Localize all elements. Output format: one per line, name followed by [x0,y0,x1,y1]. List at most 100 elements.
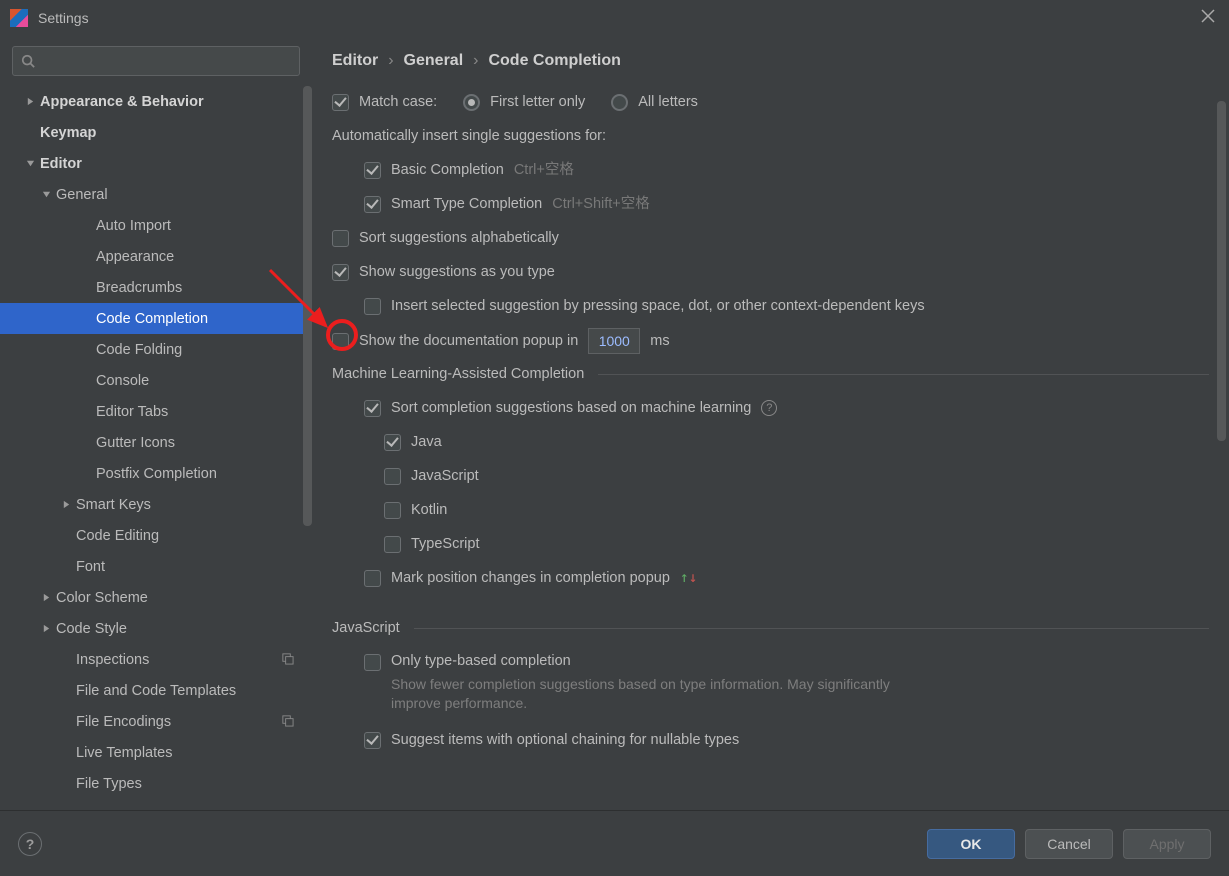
tree-item-label: Postfix Completion [96,466,217,482]
tree-item-code-style[interactable]: Code Style [0,613,312,644]
ml-kotlin-checkbox[interactable] [384,502,401,519]
first-letter-label: First letter only [490,92,585,112]
show-as-type-checkbox[interactable] [332,264,349,281]
chevron-down-icon [38,190,54,199]
tree-item-console[interactable]: Console [0,365,312,396]
tree-item-label: Smart Keys [76,497,151,513]
tree-item-label: Live Templates [76,745,172,761]
chevron-right-icon: › [388,52,393,70]
tree-item-appearance[interactable]: Appearance [0,241,312,272]
basic-completion-label: Basic Completion [391,160,504,180]
ok-button[interactable]: OK [927,829,1015,859]
all-letters-radio[interactable] [611,94,628,111]
window-title: Settings [38,10,89,26]
only-type-hint: Show fewer completion suggestions based … [391,675,911,714]
doc-popup-delay-input[interactable] [588,328,640,354]
tree-item-label: Appearance [96,249,174,265]
tree-item-gutter-icons[interactable]: Gutter Icons [0,427,312,458]
tree-item-font[interactable]: Font [0,551,312,582]
breadcrumb-code-completion: Code Completion [488,52,620,70]
tree-item-keymap[interactable]: Keymap [0,117,312,148]
all-letters-label: All letters [638,92,698,112]
tree-item-label: File and Code Templates [76,683,236,699]
sidebar-scrollbar[interactable] [303,86,312,526]
first-letter-radio[interactable] [463,94,480,111]
tree-item-label: Code Completion [96,311,208,327]
separator [414,628,1209,629]
cancel-button[interactable]: Cancel [1025,829,1113,859]
breadcrumb-general[interactable]: General [404,52,464,70]
tree-item-appearance-behavior[interactable]: Appearance & Behavior [0,86,312,117]
tree-item-postfix-completion[interactable]: Postfix Completion [0,458,312,489]
tree-item-label: Code Style [56,621,127,637]
separator [598,374,1209,375]
mark-position-label: Mark position changes in completion popu… [391,568,670,588]
help-button[interactable]: ? [18,832,42,856]
ml-kotlin-label: Kotlin [411,500,447,520]
tree-item-editor-tabs[interactable]: Editor Tabs [0,396,312,427]
settings-tree[interactable]: Appearance & Behavior Keymap Editor General… [0,84,312,810]
ml-ts-checkbox[interactable] [384,536,401,553]
only-type-checkbox[interactable] [364,654,381,671]
tree-item-label: Font [76,559,105,575]
tree-item-label: File Types [76,776,142,792]
doc-popup-prefix: Show the documentation popup in [359,331,578,351]
only-type-label: Only type-based completion [391,651,911,671]
tree-item-color-scheme[interactable]: Color Scheme [0,582,312,613]
doc-popup-checkbox[interactable] [332,333,349,350]
tree-item-editor[interactable]: Editor [0,148,312,179]
tree-item-smart-keys[interactable]: Smart Keys [0,489,312,520]
tree-item-label: Code Folding [96,342,182,358]
tree-item-label: Inspections [76,652,149,668]
tree-item-code-folding[interactable]: Code Folding [0,334,312,365]
tree-item-live-templates[interactable]: Live Templates [0,737,312,768]
tree-item-label: Color Scheme [56,590,148,606]
settings-sidebar: Appearance & Behavior Keymap Editor General… [0,36,312,810]
tree-item-label: General [56,187,108,203]
tree-item-general[interactable]: General [0,179,312,210]
smart-completion-checkbox[interactable] [364,196,381,213]
copy-icon [281,652,294,668]
app-icon [10,9,28,27]
tree-item-file-and-code-templates[interactable]: File and Code Templates [0,675,312,706]
dialog-footer: ? OK Cancel Apply [0,810,1229,876]
ml-js-label: JavaScript [411,466,479,486]
search-input[interactable] [12,46,300,76]
tree-item-label: Editor [40,156,82,172]
suggest-optional-checkbox[interactable] [364,732,381,749]
tree-item-auto-import[interactable]: Auto Import [0,210,312,241]
sort-alpha-label: Sort suggestions alphabetically [359,228,559,248]
breadcrumb-editor[interactable]: Editor [332,52,378,70]
js-section-header: JavaScript [332,618,400,638]
tree-item-file-types[interactable]: File Types [0,768,312,799]
breadcrumb: Editor › General › Code Completion [332,36,1209,86]
mark-position-checkbox[interactable] [364,570,381,587]
chevron-right-icon [58,500,74,509]
ml-java-checkbox[interactable] [384,434,401,451]
apply-button[interactable]: Apply [1123,829,1211,859]
help-icon[interactable]: ? [761,400,777,416]
tree-item-label: Gutter Icons [96,435,175,451]
show-as-type-label: Show suggestions as you type [359,262,555,282]
tree-item-label: Appearance & Behavior [40,94,204,110]
tree-item-code-completion[interactable]: Code Completion [0,303,312,334]
tree-item-code-editing[interactable]: Code Editing [0,520,312,551]
close-button[interactable] [1201,9,1219,27]
sort-alpha-checkbox[interactable] [332,230,349,247]
tree-item-label: File Encodings [76,714,171,730]
chevron-down-icon [22,159,38,168]
ml-sort-checkbox[interactable] [364,400,381,417]
copy-icon [281,714,294,730]
tree-item-breadcrumbs[interactable]: Breadcrumbs [0,272,312,303]
tree-item-file-encodings[interactable]: File Encodings [0,706,312,737]
match-case-checkbox[interactable] [332,94,349,111]
chevron-right-icon [22,97,38,106]
content-scrollbar[interactable] [1217,101,1226,441]
basic-completion-checkbox[interactable] [364,162,381,179]
suggest-optional-label: Suggest items with optional chaining for… [391,730,739,750]
insert-selected-checkbox[interactable] [364,298,381,315]
ml-js-checkbox[interactable] [384,468,401,485]
chevron-right-icon: › [473,52,478,70]
tree-item-inspections[interactable]: Inspections [0,644,312,675]
basic-completion-shortcut: Ctrl+空格 [514,160,574,180]
